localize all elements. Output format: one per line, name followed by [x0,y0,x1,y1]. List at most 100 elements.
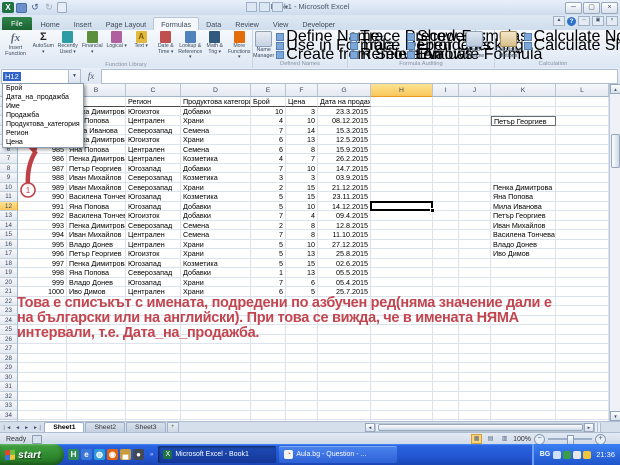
row-header-30[interactable]: 30 [0,372,18,382]
cell-F11[interactable]: 15 [286,192,318,202]
cell-G24[interactable] [318,315,371,325]
cell-K32[interactable] [491,391,556,401]
cell-H8[interactable] [371,163,433,173]
cell-F4[interactable]: 14 [286,125,318,135]
cell-I21[interactable] [433,287,459,297]
cell-L2[interactable] [556,106,609,116]
cell-F27[interactable] [286,344,318,354]
insert-function-button[interactable]: fx Insert Function [0,30,31,58]
firefox-icon[interactable]: ◉ [107,449,118,460]
cell-G15[interactable]: 11.10.2015 [318,230,371,240]
cell-B25[interactable] [67,325,126,335]
cell-B29[interactable] [67,363,126,373]
cell-K22[interactable] [491,296,556,306]
cell-K16[interactable]: Владо Донев [491,239,556,249]
internet-explorer-icon[interactable]: e [81,449,92,460]
cell-B19[interactable]: Яна Попова [67,268,126,278]
cell-F15[interactable]: 8 [286,230,318,240]
row-header-17[interactable]: 17 [0,249,18,259]
cell-E4[interactable]: 7 [251,125,286,135]
cell-L21[interactable] [556,287,609,297]
cell-I8[interactable] [433,163,459,173]
cell-C18[interactable]: Югозапад [126,258,181,268]
cell-G12[interactable]: 14.12.2015 [318,201,371,211]
cell-C20[interactable]: Югозапад [126,277,181,287]
cell-H2[interactable] [371,106,433,116]
close-button[interactable]: × [601,2,618,14]
cell-F5[interactable]: 13 [286,135,318,145]
cell-K23[interactable] [491,306,556,316]
cell-A31[interactable] [18,382,67,392]
cell-A27[interactable] [18,344,67,354]
cell-J4[interactable] [459,125,491,135]
cell-J20[interactable] [459,277,491,287]
row-header-12[interactable]: 12 [0,201,18,211]
cell-L29[interactable] [556,363,609,373]
cell-G34[interactable] [318,410,371,420]
cell-H19[interactable] [371,268,433,278]
zoom-in-icon[interactable]: + [595,433,606,445]
scroll-right-icon[interactable]: ► [584,422,594,432]
cell-G21[interactable]: 25.7.2015 [318,287,371,297]
document-icon[interactable] [57,2,67,13]
cell-E13[interactable]: 7 [251,211,286,221]
cell-C16[interactable]: Централен [126,239,181,249]
cell-K12[interactable]: Мила Иванова [491,201,556,211]
cell-J29[interactable] [459,363,491,373]
cell-A33[interactable] [18,401,67,411]
cell-J32[interactable] [459,391,491,401]
cell-I27[interactable] [433,344,459,354]
cell-H5[interactable] [371,135,433,145]
cell-G11[interactable]: 23.11.2015 [318,192,371,202]
cell-D7[interactable]: Козметика [181,154,251,164]
cell-J14[interactable] [459,220,491,230]
cell-H3[interactable] [371,116,433,126]
cell-J6[interactable] [459,144,491,154]
cell-K34[interactable] [491,410,556,420]
cell-J5[interactable] [459,135,491,145]
ribbon-button-logical[interactable]: Logical ▾ [105,30,130,61]
row-header-28[interactable]: 28 [0,353,18,363]
cell-I32[interactable] [433,391,459,401]
defined-name-item-продажба[interactable]: Продажба [3,111,83,120]
cell-B22[interactable] [67,296,126,306]
cell-E29[interactable] [251,363,286,373]
shield-icon[interactable] [563,450,572,459]
cell-G22[interactable] [318,296,371,306]
cell-K15[interactable]: Василена Тончева [491,230,556,240]
cell-D28[interactable] [181,353,251,363]
cell-A20[interactable]: 999 [18,277,67,287]
ribbon-button-text[interactable]: A Text ▾ [129,30,154,61]
cell-L4[interactable] [556,125,609,135]
cell-G5[interactable]: 12.5.2015 [318,135,371,145]
cell-D25[interactable] [181,325,251,335]
cell-L7[interactable] [556,154,609,164]
cell-D9[interactable]: Козметика [181,173,251,183]
cell-A32[interactable] [18,391,67,401]
cell-I12[interactable] [433,201,459,211]
ribbon-button-more-functions[interactable]: More Functions ▾ [227,30,252,61]
split-handle[interactable] [594,422,601,432]
cell-I24[interactable] [433,315,459,325]
cell-H20[interactable] [371,277,433,287]
row-header-13[interactable]: 13 [0,211,18,221]
cell-H32[interactable] [371,391,433,401]
cell-F17[interactable]: 13 [286,249,318,259]
cell-K1[interactable] [491,97,556,107]
row-header-29[interactable]: 29 [0,363,18,373]
ribbon-button-evaluate-formula[interactable]: Evaluate Formula [405,46,542,63]
cell-B26[interactable] [67,334,126,344]
workbook-restore-icon[interactable]: ▣ [592,16,604,26]
row-header-16[interactable]: 16 [0,239,18,249]
cell-E2[interactable]: 10 [251,106,286,116]
network-icon[interactable] [553,450,562,459]
zoom-level[interactable]: 100% [513,436,531,443]
cell-F3[interactable]: 10 [286,116,318,126]
cell-L17[interactable] [556,249,609,259]
cell-B21[interactable]: Иво Димов [67,287,126,297]
cell-D21[interactable]: Храни [181,287,251,297]
vertical-scrollbar[interactable]: ▲ ▼ [609,84,620,421]
row-header-8[interactable]: 8 [0,163,18,173]
cell-C10[interactable]: Северозапад [126,182,181,192]
cell-C12[interactable]: Югозапад [126,201,181,211]
